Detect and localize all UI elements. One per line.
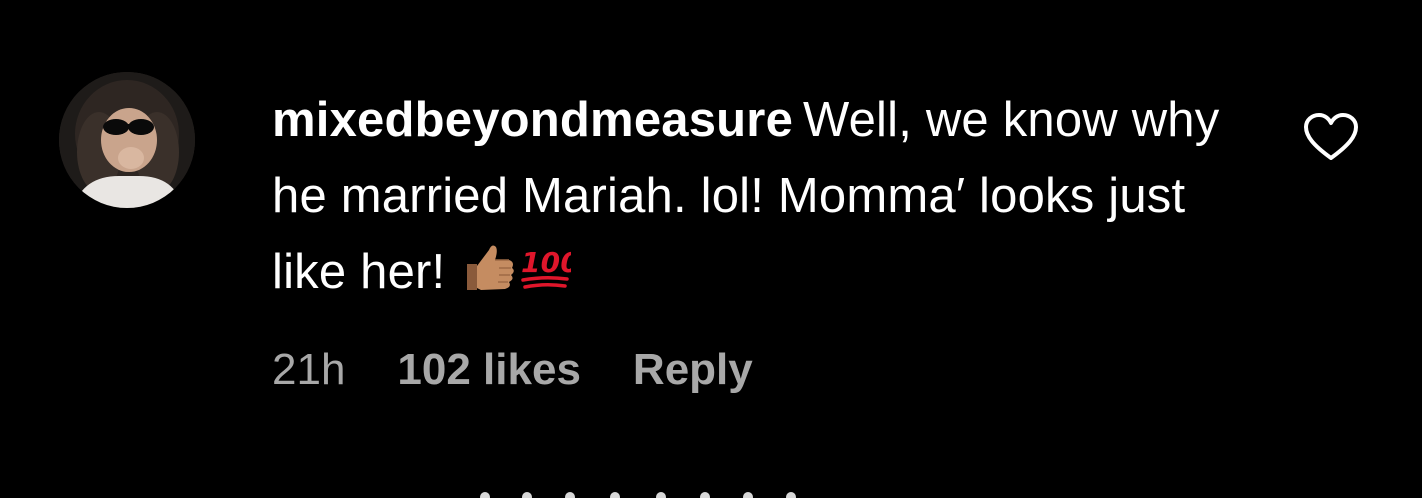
comment-username[interactable]: mixedbeyondmeasure bbox=[272, 93, 793, 147]
comment-timestamp: 21h bbox=[272, 345, 346, 394]
heart-outline-icon[interactable] bbox=[1303, 112, 1359, 162]
avatar-image bbox=[59, 72, 195, 208]
avatar[interactable] bbox=[59, 72, 195, 208]
comment-likes-count[interactable]: 102 likes bbox=[397, 340, 581, 400]
svg-text:100: 100 bbox=[521, 246, 571, 279]
thumbs-up-icon bbox=[467, 245, 515, 290]
hundred-points-icon: 100 bbox=[521, 246, 571, 289]
comment-body: mixedbeyondmeasure Well, we know why he m… bbox=[272, 82, 1232, 310]
comment-item: mixedbeyondmeasure Well, we know why he m… bbox=[0, 0, 1422, 498]
comment-meta: 21h 102 likes Reply bbox=[272, 340, 753, 400]
reply-button[interactable]: Reply bbox=[633, 340, 753, 400]
next-item-cutoff bbox=[460, 488, 860, 498]
